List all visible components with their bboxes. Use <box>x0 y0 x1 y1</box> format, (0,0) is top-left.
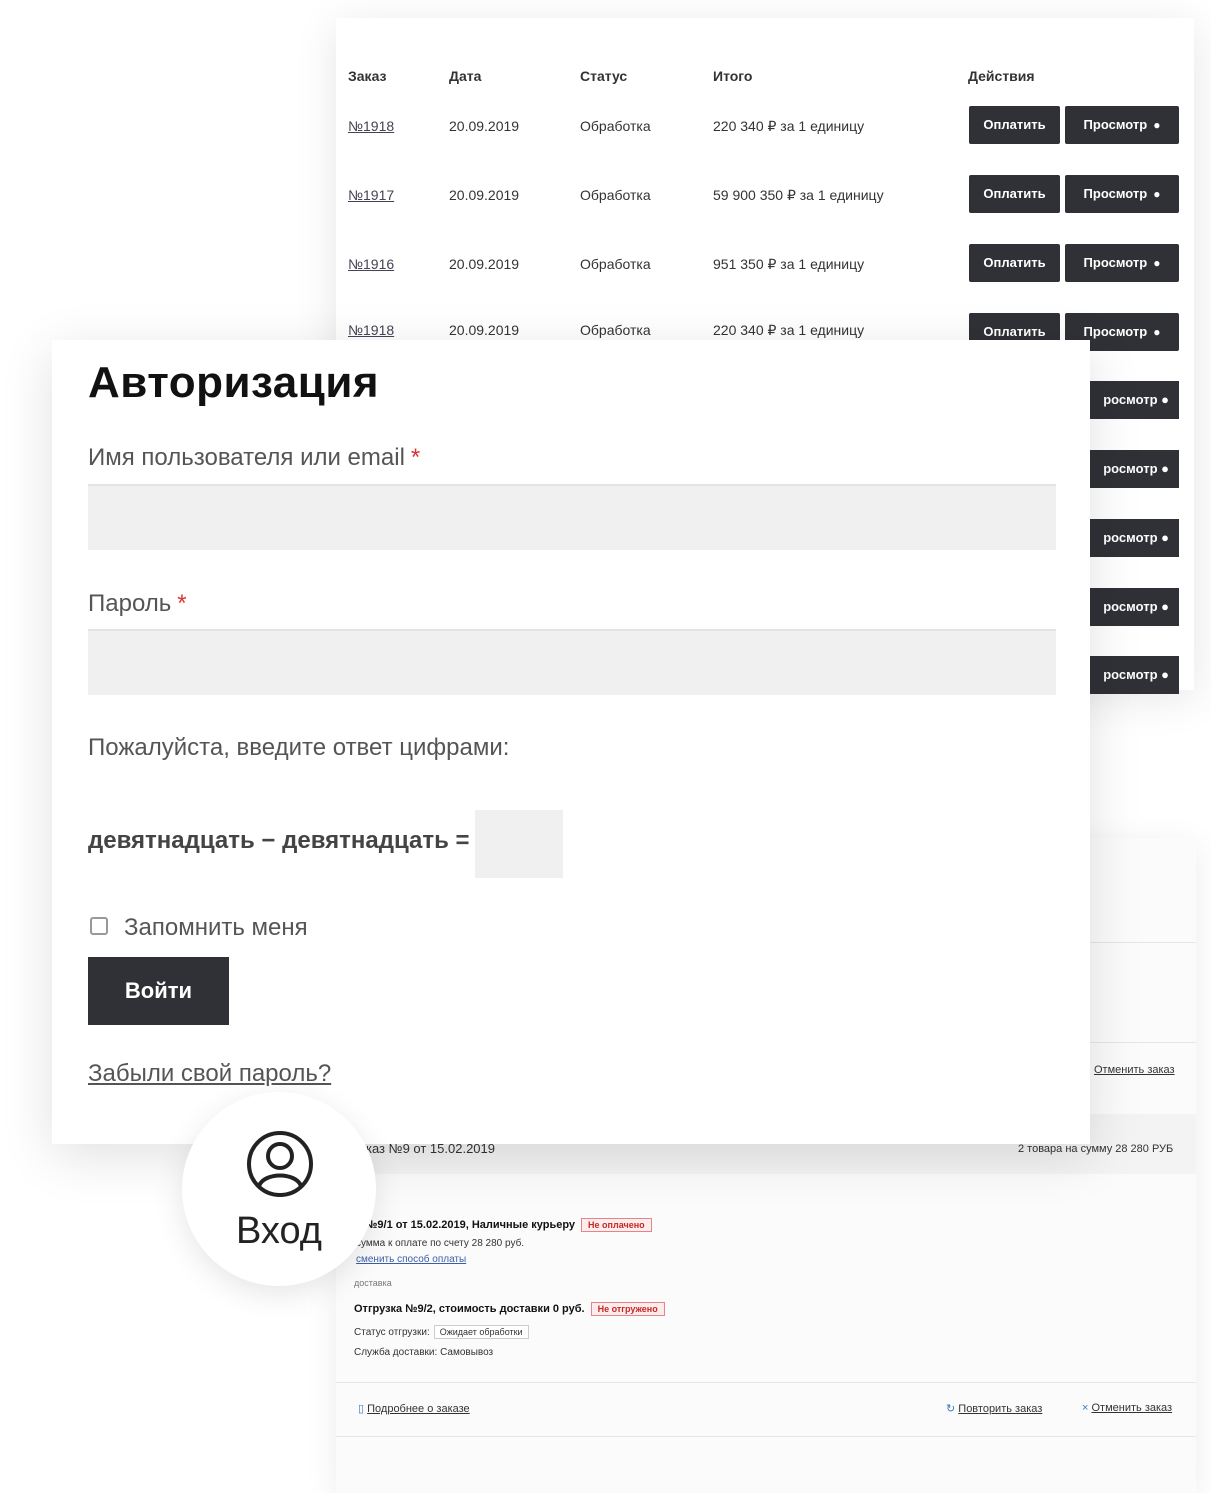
remember-me-checkbox[interactable] <box>90 917 108 935</box>
divider <box>336 1382 1196 1383</box>
header-actions: Действия <box>968 68 1035 84</box>
order-number-link[interactable]: №1918 <box>348 118 394 134</box>
user-icon <box>247 1131 313 1197</box>
view-button[interactable]: росмотр ● <box>1089 519 1179 557</box>
forgot-password-link[interactable]: Забыли свой пароль? <box>88 1060 331 1088</box>
header-order: Заказ <box>348 68 387 84</box>
order-header-summary: 2 товара на сумму 28 280 РУБ <box>1018 1143 1174 1155</box>
order-status: Обработка <box>580 256 651 272</box>
order-number-link[interactable]: №1918 <box>348 322 394 338</box>
eye-icon: ● <box>1161 530 1169 545</box>
order-status: Обработка <box>580 118 651 134</box>
order-total: 220 340 ₽ за 1 единицу <box>713 118 865 134</box>
table-row: №1917 20.09.2019 Обработка 59 900 350 ₽ … <box>336 175 1194 215</box>
page-title: Авторизация <box>88 358 380 407</box>
eye-icon: ● <box>1153 118 1161 132</box>
shipment-line: Отгрузка №9/2, стоимость доставки 0 руб.… <box>354 1302 665 1316</box>
login-badge-label: Вход <box>236 1210 322 1252</box>
pay-button[interactable]: Оплатить <box>969 244 1060 282</box>
view-button[interactable]: росмотр ● <box>1089 656 1179 694</box>
view-button[interactable]: Просмотр ● <box>1065 106 1179 144</box>
order-date: 20.09.2019 <box>449 187 520 203</box>
order-details-link[interactable]: Подробнее о заказе <box>367 1403 470 1415</box>
payment-line: а №9/1 от 15.02.2019, Наличные курьеру Не… <box>356 1218 652 1232</box>
order-number-link[interactable]: №1917 <box>348 187 394 203</box>
order-date: 20.09.2019 <box>449 118 520 134</box>
order-total: 951 350 ₽ за 1 единицу <box>713 256 865 272</box>
captcha-hint: Пожалуйста, введите ответ цифрами: <box>88 734 510 761</box>
close-icon: × <box>1082 1402 1089 1414</box>
captcha-question: девятнадцать − девятнадцать = <box>88 827 470 854</box>
pay-button[interactable]: Оплатить <box>969 175 1060 213</box>
view-button[interactable]: росмотр ● <box>1089 450 1179 488</box>
eye-icon: ● <box>1161 667 1169 682</box>
cancel-order-link[interactable]: Отменить заказ <box>1092 1402 1173 1414</box>
delivery-label: доставка <box>354 1278 392 1288</box>
orders-table-header: Заказ Дата Статус Итого Действия <box>336 56 1194 96</box>
repeat-link-wrap: ↻ Повторить заказ <box>946 1402 1042 1415</box>
repeat-order-link[interactable]: Повторить заказ <box>958 1403 1042 1415</box>
status-badge: Не оплачено <box>581 1218 652 1232</box>
cancel-link-wrap: × Отменить заказ <box>1082 1402 1172 1414</box>
eye-icon: ● <box>1153 256 1161 270</box>
view-button[interactable]: Просмотр ● <box>1065 175 1179 213</box>
refresh-icon: ↻ <box>946 1403 956 1415</box>
captcha-answer-field[interactable] <box>475 810 563 878</box>
username-label: Имя пользователя или email * <box>88 444 421 471</box>
username-field[interactable] <box>88 484 1056 550</box>
eye-icon: ● <box>1161 461 1169 476</box>
header-date: Дата <box>449 68 482 84</box>
eye-icon: ● <box>1161 392 1169 407</box>
password-label: Пароль * <box>88 590 187 617</box>
eye-icon: ● <box>1161 599 1169 614</box>
eye-icon: ● <box>1153 325 1161 339</box>
eye-icon: ● <box>1153 187 1161 201</box>
password-field[interactable] <box>88 629 1056 695</box>
document-icon: ▯ <box>358 1403 365 1415</box>
status-badge: Не отгружено <box>590 1302 665 1316</box>
header-total: Итого <box>713 68 753 84</box>
header-status: Статус <box>580 68 628 84</box>
login-badge[interactable]: Вход <box>182 1092 376 1286</box>
remember-me-label[interactable]: Запомнить меня <box>124 914 308 942</box>
login-button[interactable]: Войти <box>88 957 229 1025</box>
pay-button[interactable]: Оплатить <box>969 106 1060 144</box>
delivery-service: Служба доставки: Самовывоз <box>354 1347 494 1358</box>
details-link-wrap: ▯ Подробнее о заказе <box>358 1402 470 1415</box>
change-payment-link[interactable]: сменить способ оплаты <box>356 1254 466 1265</box>
order-total: 59 900 350 ₽ за 1 единицу <box>713 187 884 203</box>
order-date: 20.09.2019 <box>449 256 520 272</box>
view-button[interactable]: Просмотр ● <box>1065 244 1179 282</box>
payment-sum: сумма к оплате по счету 28 280 руб. <box>356 1238 525 1249</box>
divider <box>336 1436 1196 1437</box>
login-form: Авторизация Имя пользователя или email * … <box>52 340 1090 1144</box>
table-row: №1916 20.09.2019 Обработка 951 350 ₽ за … <box>336 244 1194 284</box>
table-row: №1918 20.09.2019 Обработка 220 340 ₽ за … <box>336 106 1194 146</box>
order-status: Обработка <box>580 187 651 203</box>
order-number-link[interactable]: №1916 <box>348 256 394 272</box>
view-button[interactable]: росмотр ● <box>1089 588 1179 626</box>
cancel-order-link[interactable]: Отменить заказ <box>1094 1064 1175 1076</box>
shipment-status: Статус отгрузки: Ожидает обработки <box>354 1325 529 1339</box>
view-button[interactable]: росмотр ● <box>1089 381 1179 419</box>
